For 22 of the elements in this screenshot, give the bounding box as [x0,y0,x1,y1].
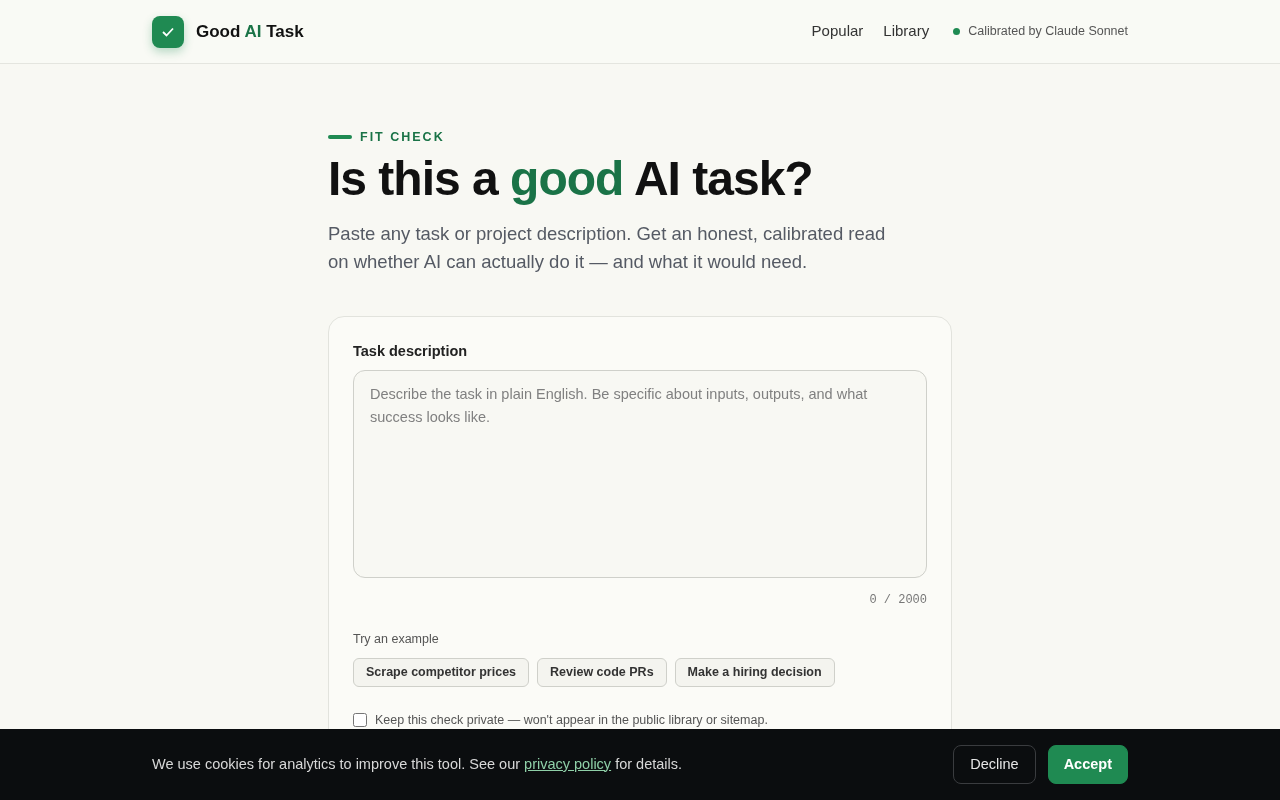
eyebrow-text: FIT CHECK [360,129,445,146]
private-checkbox[interactable] [353,713,367,728]
logo-icon[interactable] [152,15,184,48]
example-button[interactable]: Review code PRs [537,658,667,688]
accent-bar [328,135,352,140]
nav-link[interactable]: Library [883,20,930,43]
field-label: Task description [353,341,469,361]
checkbox-label[interactable]: Keep this check private — won't appear in the public library or sitemap. [375,711,768,730]
logo-text[interactable]: Good AI Task [196,18,304,45]
character-counter: 0 / 2000 [869,593,927,608]
decline-button[interactable]: Decline [953,744,1036,785]
nav-link[interactable]: Popular [811,20,864,43]
task-description-field[interactable]: Describe the task in plain English. Be specific about inputs, outputs, and what success looks like. [353,370,927,579]
example-button[interactable]: Scrape competitor prices [353,658,530,688]
privacy-policy-link[interactable]: privacy policy [524,755,612,772]
cookie-message: We use cookies for analytics to improve this tool. See our privacy policy for details. [152,754,683,774]
example-button[interactable]: Make a hiring decision [674,658,835,688]
examples-label: Try an example [353,632,439,647]
page-heading: Is this a good AI task? [328,152,814,206]
status-text: Calibrated by Claude Sonnet [968,23,1128,41]
accept-button[interactable]: Accept [1047,744,1128,785]
subtitle-text: Paste any task or project description. Get an honest, calibrated read on whether AI can actually do it — and what it would need. [328,221,887,274]
